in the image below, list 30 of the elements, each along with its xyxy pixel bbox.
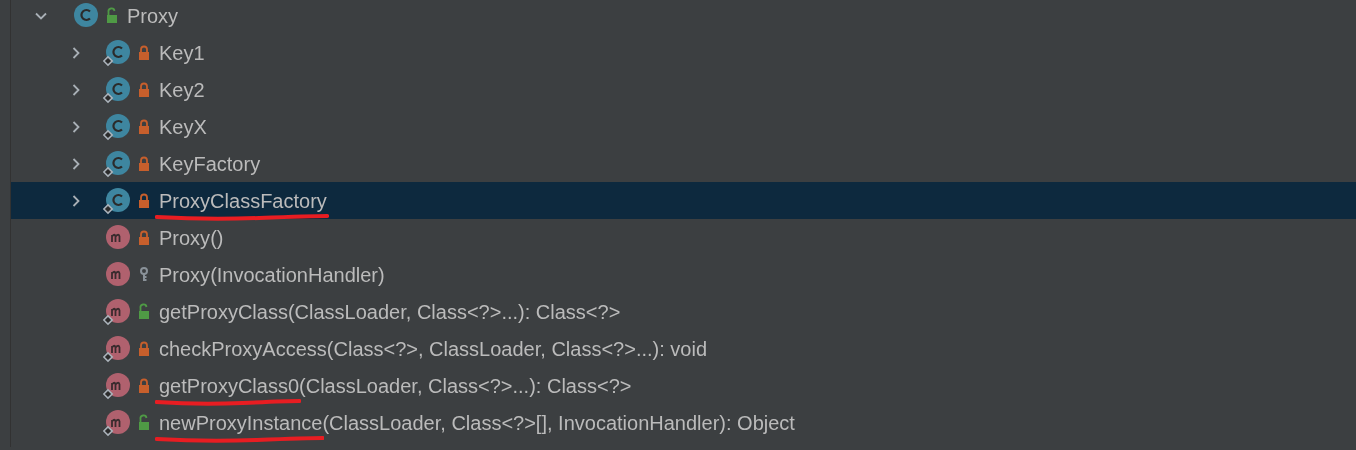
tree-row[interactable]: Key2 bbox=[11, 71, 1356, 108]
tree-row[interactable]: KeyX bbox=[11, 108, 1356, 145]
member-signature: () bbox=[210, 225, 224, 251]
tree-row[interactable]: Proxy bbox=[11, 0, 1356, 34]
tree-row[interactable]: KeyFactory bbox=[11, 145, 1356, 182]
member-name: Key1 bbox=[159, 41, 205, 64]
member-name: Key2 bbox=[159, 78, 205, 101]
member-signature: (ClassLoader, Class<?>...): Class<?> bbox=[299, 373, 632, 399]
tree-row[interactable]: newProxyInstance(ClassLoader, Class<?>[], InvocationHandler): Object bbox=[11, 404, 1356, 441]
tree-row[interactable]: Proxy() bbox=[11, 219, 1356, 256]
member-name: getProxyClass0 bbox=[159, 374, 300, 397]
member-name: KeyX bbox=[159, 115, 207, 138]
member-name: getProxyClass bbox=[159, 300, 288, 323]
tree-row[interactable]: getProxyClass(ClassLoader, Class<?>...): Class<?> bbox=[11, 293, 1356, 330]
member-signature: (Class<?>, ClassLoader, Class<?>...): void bbox=[326, 336, 708, 362]
member-name: newProxyInstance bbox=[159, 411, 323, 434]
member-name: KeyFactory bbox=[159, 152, 261, 175]
tree-row[interactable]: Key1 bbox=[11, 34, 1356, 71]
tree-row[interactable]: checkProxyAccess(Class<?>, ClassLoader, Class<?>...): void bbox=[11, 330, 1356, 367]
member-name: Proxy bbox=[159, 263, 211, 286]
member-name: Proxy bbox=[159, 226, 211, 249]
member-signature: (InvocationHandler) bbox=[210, 262, 385, 288]
tree-row[interactable]: Proxy(InvocationHandler) bbox=[11, 256, 1356, 293]
member-signature: (ClassLoader, Class<?>...): Class<?> bbox=[287, 299, 621, 325]
member-name: checkProxyAccess bbox=[159, 337, 327, 360]
member-name: Proxy bbox=[127, 4, 179, 27]
member-signature: (ClassLoader, Class<?>[], InvocationHandler): Object bbox=[322, 410, 795, 436]
tree-row[interactable]: ProxyClassFactory bbox=[11, 182, 1356, 219]
tree-row[interactable]: getProxyClass0(ClassLoader, Class<?>...): Class<?> bbox=[11, 367, 1356, 404]
member-name: ProxyClassFactory bbox=[159, 189, 327, 212]
